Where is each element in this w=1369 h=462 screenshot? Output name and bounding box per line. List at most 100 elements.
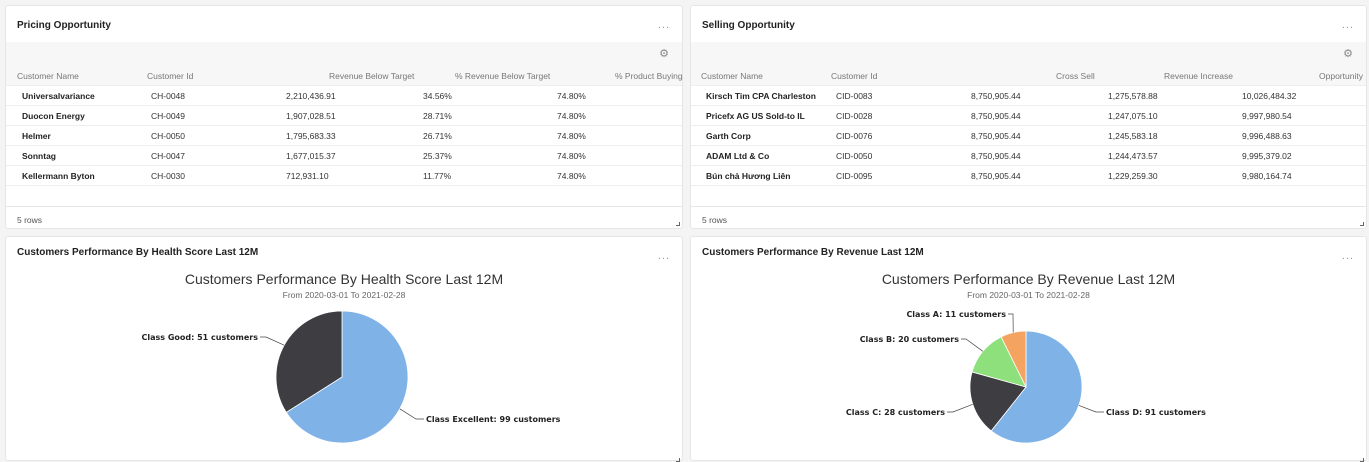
pie-label: Class B: 20 customers — [860, 335, 960, 344]
column-header[interactable]: Opportunity — [1319, 71, 1363, 81]
table-row[interactable]: Kellermann Byton CH-0030 712,931.10 11.77% 7… — [6, 166, 682, 186]
leader-line — [399, 408, 424, 420]
resize-handle[interactable] — [676, 458, 680, 462]
table-cell: 26.71% — [423, 131, 452, 141]
table-cell: Kirsch Tim CPA Charleston — [706, 91, 816, 101]
resize-handle[interactable] — [1360, 222, 1364, 226]
table-footer: 5 rows — [691, 206, 1366, 230]
table-row[interactable]: Universalvariance CH-0048 2,210,436.91 34.5… — [6, 86, 682, 106]
table-row[interactable]: Kirsch Tim CPA Charleston CID-0083 8,750,9… — [691, 86, 1366, 106]
panel-title: Pricing Opportunity — [17, 20, 111, 31]
pie-label: Class Excellent: 99 customers — [426, 415, 561, 424]
column-header[interactable]: Customer Name — [701, 71, 763, 81]
table-cell: Kellermann Byton — [22, 171, 95, 181]
table-cell: 11.77% — [423, 171, 452, 181]
table-cell: CID-0028 — [836, 111, 873, 121]
column-header[interactable]: Revenue Below Target — [329, 71, 414, 81]
table-cell: 74.80% — [557, 171, 586, 181]
column-header[interactable]: % Product Buying — [615, 71, 683, 81]
table-cell: 10,026,484.32 — [1242, 91, 1297, 101]
table-cell: CH-0047 — [151, 151, 186, 161]
selling-opportunity-panel: Selling Opportunity ... ⚙ Customer Name … — [690, 5, 1367, 229]
column-header[interactable]: Customer Id — [831, 71, 877, 81]
table-cell: 712,931.10 — [286, 171, 329, 181]
table-cell: CH-0049 — [151, 111, 186, 121]
table-cell: 1,244,473.57 — [1108, 151, 1158, 161]
table-cell: 8,750,905.44 — [971, 151, 1021, 161]
table-header: Customer Name Customer Id Cross Sell Rev… — [691, 66, 1366, 86]
table-toolbar: ⚙ — [6, 42, 682, 66]
gear-icon[interactable]: ⚙ — [1343, 47, 1353, 60]
leader-line — [1078, 405, 1104, 413]
table-cell: 9,995,379.02 — [1242, 151, 1292, 161]
table-cell: 9,980,164.74 — [1242, 171, 1292, 181]
resize-handle[interactable] — [676, 222, 680, 226]
table-cell: 1,229,259.30 — [1108, 171, 1158, 181]
table-cell: 74.80% — [557, 91, 586, 101]
table-cell: Garth Corp — [706, 131, 751, 141]
column-header[interactable]: Customer Name — [17, 71, 79, 81]
revenue-chart-panel: Customers Performance By Revenue Last 12… — [690, 236, 1367, 462]
table-cell: 1,677,015.37 — [286, 151, 336, 161]
table-cell: 8,750,905.44 — [971, 131, 1021, 141]
table-cell: 34.56% — [423, 91, 452, 101]
table-row[interactable]: Sonntag CH-0047 1,677,015.37 25.37% 74.80% — [6, 146, 682, 166]
row-count: 5 rows — [17, 215, 43, 225]
table-cell: 9,996,488.63 — [1242, 131, 1292, 141]
more-menu-icon[interactable]: ... — [658, 19, 670, 31]
table-row[interactable]: Bún chả Hương Liên CID-0095 8,750,905.44 1,… — [691, 166, 1366, 186]
table-cell: CH-0030 — [151, 171, 186, 181]
leader-line — [260, 336, 285, 346]
panel-title: Selling Opportunity — [702, 20, 795, 31]
row-count: 5 rows — [702, 215, 728, 225]
table-cell: CID-0076 — [836, 131, 873, 141]
table-cell: 1,247,075.10 — [1108, 111, 1158, 121]
health-score-chart-panel: Customers Performance By Health Score La… — [5, 236, 683, 462]
table-row[interactable]: Garth Corp CID-0076 8,750,905.44 1,245,583.… — [691, 126, 1366, 146]
table-cell: 74.80% — [557, 131, 586, 141]
table-cell: Sonntag — [22, 151, 56, 161]
table-cell: 1,245,583.18 — [1108, 131, 1158, 141]
table-cell: CID-0050 — [836, 151, 873, 161]
pie-label: Class D: 91 customers — [1106, 408, 1206, 417]
table-cell: 1,907,028.51 — [286, 111, 336, 121]
table-row[interactable]: Pricefx AG US Sold-to IL CID-0028 8,750,90… — [691, 106, 1366, 126]
gear-icon[interactable]: ⚙ — [659, 47, 669, 60]
table-cell: 1,795,683.33 — [286, 131, 336, 141]
column-header[interactable]: Revenue Increase — [1164, 71, 1233, 81]
health-pie-chart: Class Excellent: 99 customers Class Good:… — [142, 310, 561, 444]
column-header[interactable]: Cross Sell — [1056, 71, 1095, 81]
table-cell: 25.37% — [423, 151, 452, 161]
table-header: Customer Name Customer Id Revenue Below … — [6, 66, 683, 86]
table-cell: 28.71% — [423, 111, 452, 121]
table-cell: CH-0048 — [151, 91, 186, 101]
pie-label: Class Good: 51 customers — [142, 333, 259, 342]
resize-handle[interactable] — [1360, 458, 1364, 462]
more-menu-icon[interactable]: ... — [1342, 19, 1354, 31]
table-cell: CID-0083 — [836, 91, 873, 101]
table-cell: Pricefx AG US Sold-to IL — [706, 111, 805, 121]
table-cell: Bún chả Hương Liên — [706, 171, 791, 181]
leader-line — [947, 403, 973, 413]
revenue-pie-chart: Class D: 91 customers Class C: 28 custome… — [846, 310, 1206, 444]
table-cell: Duocon Energy — [22, 111, 85, 121]
table-cell: Universalvariance — [22, 91, 95, 101]
table-cell: CID-0095 — [836, 171, 873, 181]
table-row[interactable]: Duocon Energy CH-0049 1,907,028.51 28.71% 74… — [6, 106, 682, 126]
table-row[interactable]: Helmer CH-0050 1,795,683.33 26.71% 74.80% — [6, 126, 682, 146]
table-cell: CH-0050 — [151, 131, 186, 141]
table-footer: 5 rows — [6, 206, 682, 230]
leader-line — [961, 338, 984, 352]
table-row[interactable]: ADAM Ltd & Co CID-0050 8,750,905.44 1,244,4… — [691, 146, 1366, 166]
column-header[interactable]: Customer Id — [147, 71, 193, 81]
table-cell: 8,750,905.44 — [971, 171, 1021, 181]
table-cell: Helmer — [22, 131, 51, 141]
table-cell: 74.80% — [557, 151, 586, 161]
pie-label: Class C: 28 customers — [846, 408, 945, 417]
column-header[interactable]: % Revenue Below Target — [455, 71, 550, 81]
table-cell: 2,210,436.91 — [286, 91, 336, 101]
table-cell: 1,275,578.88 — [1108, 91, 1158, 101]
leader-line — [1008, 313, 1014, 333]
table-cell: 9,997,980.54 — [1242, 111, 1292, 121]
pricing-opportunity-panel: Pricing Opportunity ... ⚙ Customer Name … — [5, 5, 683, 229]
